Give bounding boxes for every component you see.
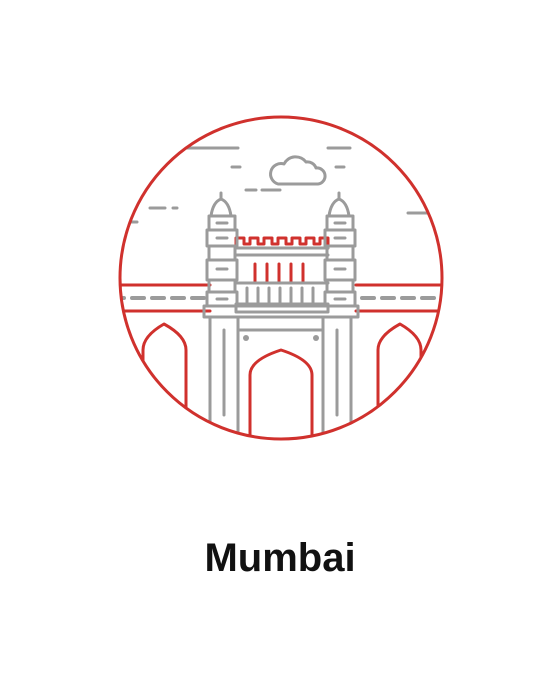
gateway-body xyxy=(208,315,353,439)
rosette-left xyxy=(243,335,249,341)
cloud-icon xyxy=(269,155,327,186)
medallion-border xyxy=(118,115,444,441)
red-bars xyxy=(253,262,305,284)
tower-left xyxy=(205,191,239,308)
central-arch xyxy=(248,348,314,439)
gateway-of-india-icon xyxy=(118,115,444,441)
tower-right xyxy=(323,191,357,308)
side-arch-right xyxy=(376,322,423,422)
city-name: Mumbai xyxy=(204,536,356,580)
rosette-right xyxy=(313,335,319,341)
